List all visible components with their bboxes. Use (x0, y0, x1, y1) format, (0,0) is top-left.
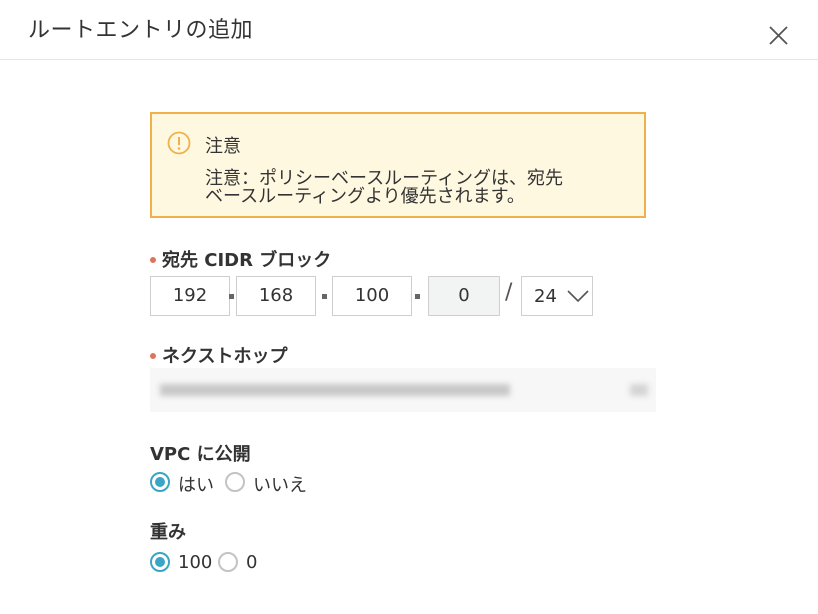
prefix-separator: / (505, 280, 513, 305)
weight-0-radio[interactable] (218, 552, 238, 572)
destination-cidr-label: 宛先 CIDR ブロック (162, 250, 332, 271)
prefix-length-value: 24 (534, 286, 557, 307)
dialog-header: ルートエントリの追加 (0, 0, 818, 60)
notice-box: 注意 注意：ポリシーベースルーティングは、宛先 ベースルーティングより優先されま… (150, 112, 646, 218)
notice-line-2: ベースルーティングより優先されます。 (205, 186, 525, 207)
redacted-value (630, 384, 648, 396)
redacted-value (160, 384, 510, 396)
dialog-title: ルートエントリの追加 (28, 18, 254, 43)
notice-heading: 注意 (205, 136, 241, 157)
warning-icon (167, 131, 191, 155)
close-icon[interactable] (766, 25, 790, 47)
octet-separator (322, 294, 327, 299)
cidr-octet-1-input[interactable]: 192 (150, 276, 230, 316)
publish-yes-radio[interactable] (150, 472, 170, 492)
publish-yes-label[interactable]: はい (178, 471, 214, 497)
octet-separator (229, 294, 234, 299)
next-hop-select[interactable] (150, 368, 656, 412)
required-marker (150, 353, 156, 359)
publish-vpc-label: VPC に公開 (150, 444, 251, 465)
publish-no-label[interactable]: いいえ (253, 471, 307, 497)
required-marker (150, 257, 156, 263)
prefix-length-select[interactable]: 24 (521, 276, 593, 316)
next-hop-label: ネクストホップ (162, 346, 288, 367)
publish-no-radio[interactable] (225, 472, 245, 492)
notice-body: 注意：ポリシーベースルーティングは、宛先 ベースルーティングより優先されます。 (205, 170, 635, 206)
octet-separator (415, 294, 420, 299)
cidr-octet-2-input[interactable]: 168 (236, 276, 316, 316)
weight-0-label[interactable]: 0 (246, 552, 257, 573)
cidr-octet-3-input[interactable]: 100 (332, 276, 412, 316)
weight-100-radio[interactable] (150, 552, 170, 572)
cidr-octet-4-input[interactable]: 0 (428, 276, 500, 316)
weight-label: 重み (150, 522, 186, 543)
weight-100-label[interactable]: 100 (178, 552, 212, 573)
